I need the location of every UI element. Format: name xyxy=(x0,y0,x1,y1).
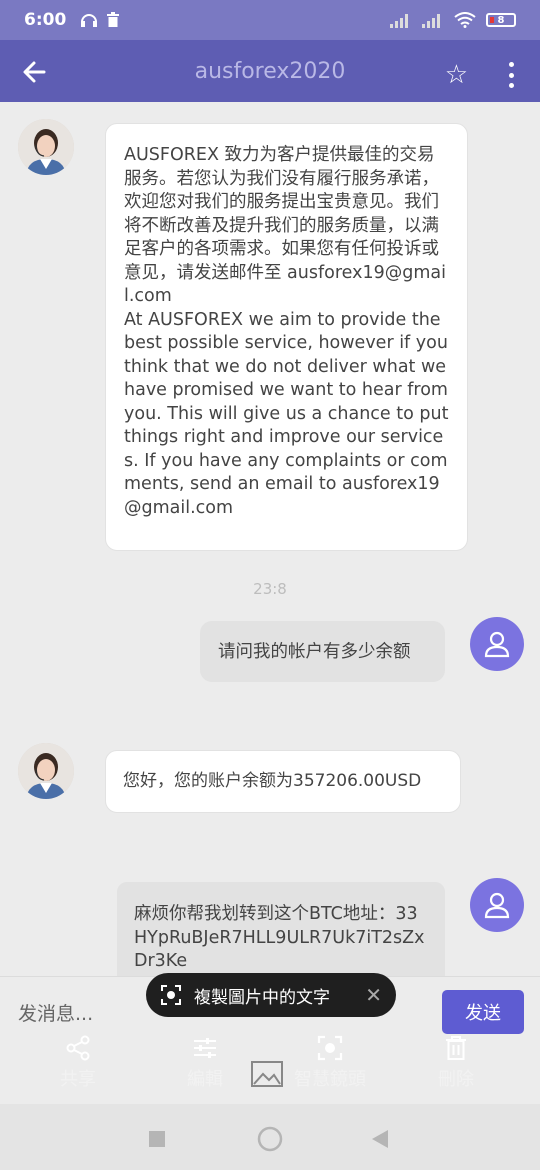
trash-status-icon xyxy=(107,12,120,27)
signal-icon xyxy=(390,14,408,28)
delete-label: 刪除 xyxy=(438,1069,474,1090)
message-bubble-outgoing[interactable]: 麻烦你帮我划转到这个BTC地址：33HYpRuBJeR7HLL9ULR7Uk7i… xyxy=(117,882,445,982)
edit-label: 編輯 xyxy=(187,1069,223,1090)
message-bubble-outgoing[interactable]: 请问我的帐户有多少余额 xyxy=(200,621,445,682)
user-icon xyxy=(484,631,510,658)
recents-icon[interactable] xyxy=(148,1130,166,1148)
delete-button[interactable]: 刪除 xyxy=(438,1034,474,1091)
share-button[interactable]: 共享 xyxy=(60,1034,96,1091)
smart-lens-button[interactable]: 智慧鏡頭 xyxy=(294,1034,366,1091)
agent-portrait-icon xyxy=(18,743,74,799)
message-timestamp: 23:8 xyxy=(253,580,287,598)
copy-text-chip[interactable]: 複製圖片中的文字 ✕ xyxy=(146,973,396,1017)
headset-icon xyxy=(81,14,98,27)
image-icon[interactable] xyxy=(250,1060,284,1088)
wifi-icon xyxy=(454,12,476,28)
status-time: 6:00 xyxy=(24,10,67,30)
home-icon[interactable] xyxy=(257,1126,283,1152)
message-input[interactable]: 发消息... xyxy=(18,999,93,1026)
text-scan-icon xyxy=(161,985,181,1005)
message-bubble-incoming[interactable]: 您好，您的账户余额为357206.00USD xyxy=(105,750,461,813)
navigation-bar xyxy=(0,1104,540,1170)
user-avatar[interactable] xyxy=(470,878,524,932)
share-label: 共享 xyxy=(60,1069,96,1090)
star-icon[interactable]: ☆ xyxy=(445,62,468,88)
more-options-icon[interactable] xyxy=(506,62,516,88)
battery-icon: 8 xyxy=(486,13,516,27)
copy-text-label: 複製圖片中的文字 xyxy=(194,987,330,1008)
back-nav-icon[interactable] xyxy=(370,1129,390,1149)
chat-area[interactable]: AUSFOREX 致力为客户提供最佳的交易服务。若您认为我们没有履行服务承诺，欢… xyxy=(0,102,540,982)
trash-icon xyxy=(446,1036,466,1060)
sliders-icon xyxy=(194,1038,216,1058)
agent-portrait-icon xyxy=(18,119,74,175)
agent-avatar[interactable] xyxy=(18,743,74,799)
gallery-toolbar: 共享 編輯 智慧鏡頭 刪除 xyxy=(0,1034,540,1104)
smart-lens-label: 智慧鏡頭 xyxy=(294,1069,366,1090)
user-avatar[interactable] xyxy=(470,617,524,671)
agent-avatar[interactable] xyxy=(18,119,74,175)
back-arrow-icon[interactable] xyxy=(18,54,54,90)
edit-button[interactable]: 編輯 xyxy=(187,1034,223,1091)
chat-header: ausforex2020 ☆ xyxy=(0,40,540,102)
send-button[interactable]: 发送 xyxy=(442,990,524,1034)
share-icon xyxy=(66,1035,90,1061)
message-bubble-incoming[interactable]: AUSFOREX 致力为客户提供最佳的交易服务。若您认为我们没有履行服务承诺，欢… xyxy=(105,123,468,551)
lens-icon xyxy=(317,1035,343,1061)
close-icon[interactable]: ✕ xyxy=(365,983,382,1007)
user-icon xyxy=(484,892,510,919)
status-bar: 6:00 8 xyxy=(0,0,540,40)
signal-icon-2 xyxy=(422,14,440,28)
battery-level: 8 xyxy=(497,14,505,26)
